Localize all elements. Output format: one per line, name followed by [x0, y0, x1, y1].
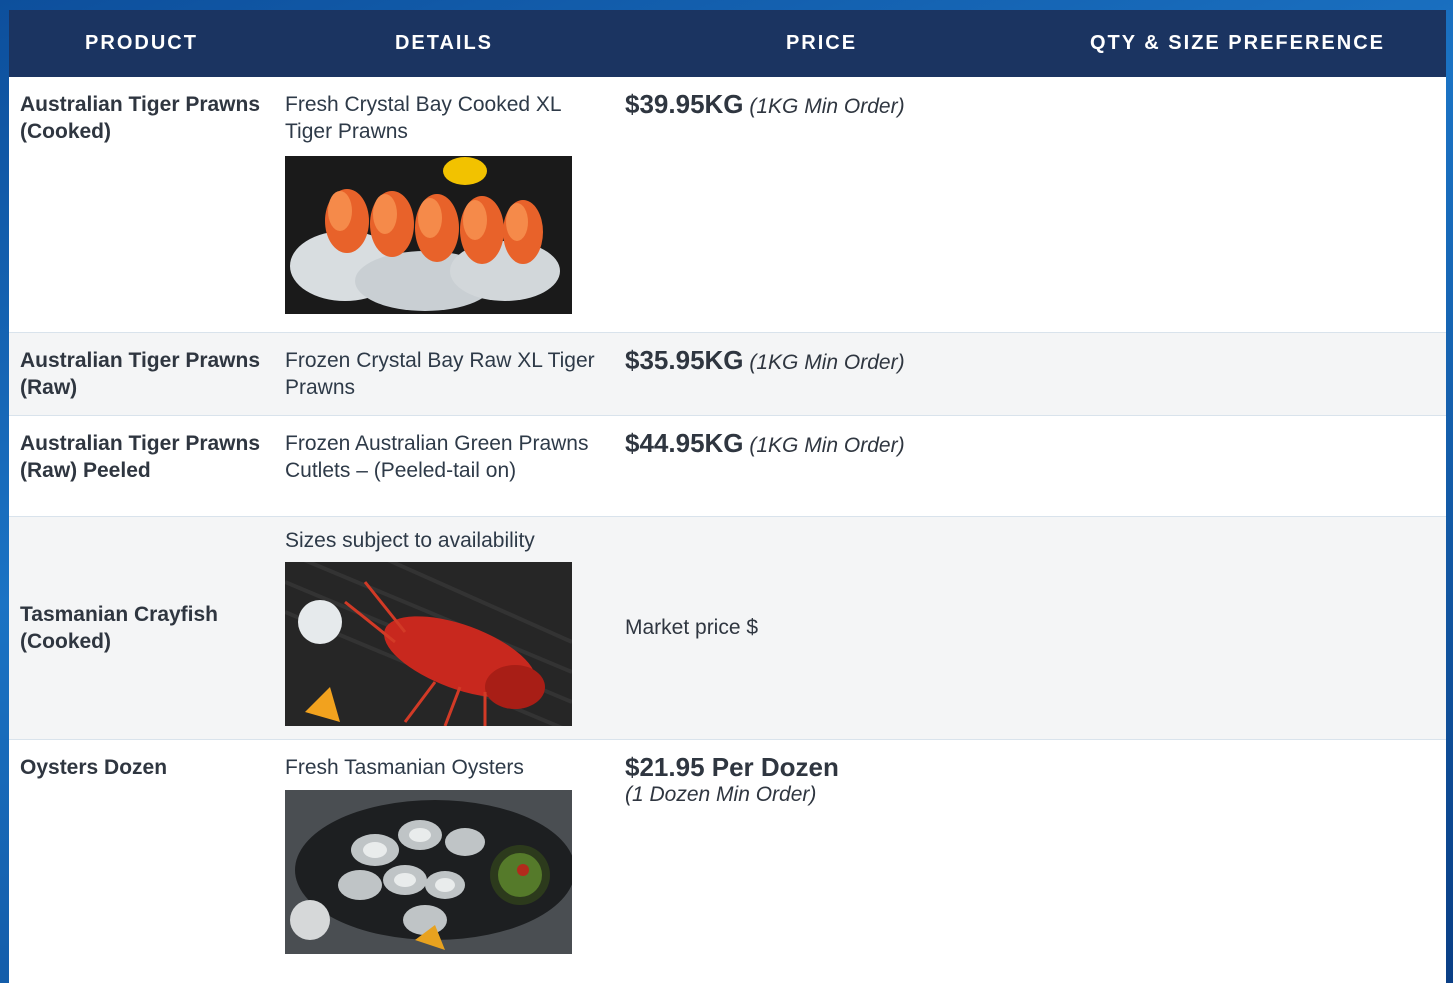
details-cell: Sizes subject to availability [274, 516, 614, 740]
min-order-note: (1KG Min Order) [749, 350, 905, 374]
product-cell: Tasmanian Crayfish (Cooked) [9, 516, 274, 740]
price-cell: Market price $ [614, 516, 1029, 740]
product-name: Australian Tiger Prawns (Cooked) [20, 93, 261, 143]
product-cell: Australian Tiger Prawns (Raw) Peeled [9, 415, 274, 517]
table-row: Australian Tiger Prawns (Raw) Frozen Cry… [9, 332, 1446, 416]
prawns-cooked-photo [285, 156, 572, 314]
crayfish-photo [285, 561, 572, 726]
details-cell: Frozen Australian Green Prawns Cutlets –… [274, 415, 614, 517]
header-product: PRODUCT [85, 32, 198, 54]
product-table: PRODUCT DETAILS PRICE QTY & SIZE PREFERE… [9, 10, 1446, 983]
product-cell: Oysters Dozen [9, 739, 274, 983]
price-value: $39.95KG [625, 89, 744, 119]
market-price: Market price $ [625, 616, 759, 639]
header-price: PRICE [785, 32, 858, 54]
product-detail: Sizes subject to availability [285, 528, 535, 552]
oysters-photo [285, 789, 572, 954]
price-cell: $21.95 Per Dozen (1 Dozen Min Order) [614, 739, 1029, 983]
details-cell: Fresh Tasmanian Oysters [274, 739, 614, 983]
min-order-note: (1 Dozen Min Order) [625, 782, 817, 806]
product-name: Oysters Dozen [20, 755, 168, 779]
table-row: Australian Tiger Prawns (Cooked) Fresh C… [9, 77, 1446, 333]
header-details: DETAILS [394, 32, 494, 54]
product-detail: Frozen Australian Green Prawns Cutlets –… [285, 431, 589, 482]
product-cell: Australian Tiger Prawns (Cooked) [9, 77, 274, 333]
product-name: Australian Tiger Prawns (Raw) Peeled [20, 431, 261, 482]
table-row: Oysters Dozen Fresh Tasmanian Oysters $2… [9, 739, 1446, 983]
price-value: $44.95KG [625, 427, 744, 458]
details-cell: Frozen Crystal Bay Raw XL Tiger Prawns [274, 332, 614, 416]
table-row: Australian Tiger Prawns (Raw) Peeled Fro… [9, 415, 1446, 517]
qty-size-cell [1029, 332, 1446, 416]
table-header-row: PRODUCT DETAILS PRICE QTY & SIZE PREFERE… [9, 10, 1446, 77]
header-qty-size: QTY & SIZE PREFERENCE [1089, 32, 1385, 54]
price-cell: $35.95KG (1KG Min Order) [614, 332, 1029, 416]
details-cell: Fresh Crystal Bay Cooked XL Tiger Prawns [274, 77, 614, 333]
product-detail: Fresh Tasmanian Oysters [285, 755, 524, 779]
min-order-note: (1KG Min Order) [749, 95, 905, 118]
qty-size-cell [1029, 739, 1446, 983]
price-value: $35.95KG [625, 344, 744, 375]
table-row: Tasmanian Crayfish (Cooked) Sizes subjec… [9, 516, 1446, 740]
qty-size-cell [1029, 516, 1446, 740]
price-cell: $44.95KG (1KG Min Order) [614, 415, 1029, 517]
qty-size-cell [1029, 77, 1446, 333]
product-detail: Fresh Crystal Bay Cooked XL Tiger Prawns [285, 93, 561, 143]
product-cell: Australian Tiger Prawns (Raw) [9, 332, 274, 416]
price-value: $21.95 Per Dozen [625, 751, 839, 782]
product-table-panel: PRODUCT DETAILS PRICE QTY & SIZE PREFERE… [9, 10, 1446, 983]
product-name: Australian Tiger Prawns (Raw) [20, 348, 261, 399]
product-detail: Frozen Crystal Bay Raw XL Tiger Prawns [285, 348, 595, 399]
qty-size-cell [1029, 415, 1446, 517]
product-name: Tasmanian Crayfish (Cooked) [20, 602, 219, 653]
price-cell: $39.95KG (1KG Min Order) [614, 77, 1029, 333]
min-order-note: (1KG Min Order) [749, 433, 905, 457]
